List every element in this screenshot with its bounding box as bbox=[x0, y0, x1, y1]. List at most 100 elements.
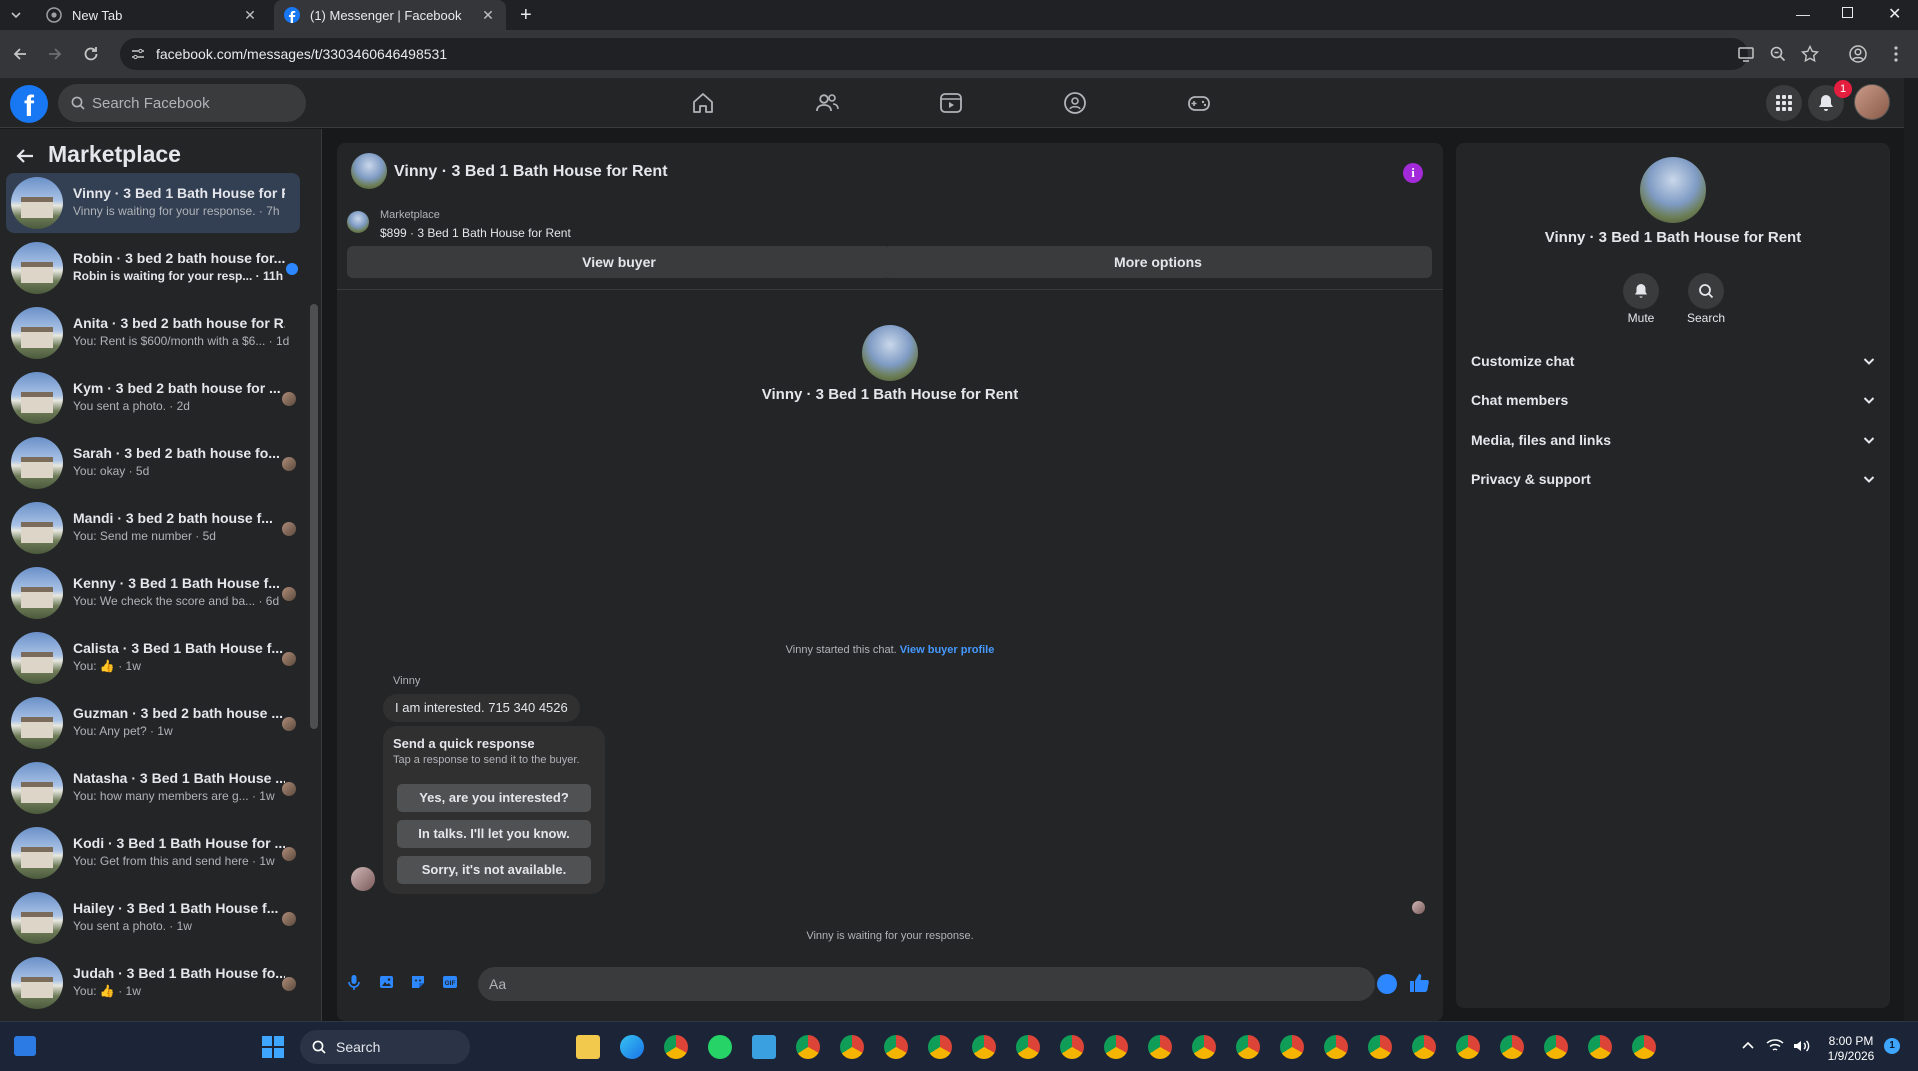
info-icon[interactable]: i bbox=[1403, 163, 1423, 183]
view-buyer-button[interactable]: View buyer bbox=[347, 246, 891, 278]
chrome-icon[interactable] bbox=[972, 1035, 996, 1059]
groups-icon[interactable] bbox=[1062, 90, 1088, 116]
conversation-item[interactable]: Mandi · 3 bed 2 bath house f... You: Sen… bbox=[6, 498, 300, 558]
notepad-icon[interactable] bbox=[752, 1035, 776, 1059]
edge-icon[interactable] bbox=[620, 1035, 644, 1059]
chat-members-section[interactable]: Chat members bbox=[1471, 384, 1877, 416]
close-icon[interactable]: ✕ bbox=[480, 7, 496, 24]
emoji-icon[interactable] bbox=[1377, 974, 1397, 994]
chat-title[interactable]: Vinny · 3 Bed 1 Bath House for Rent bbox=[394, 163, 668, 181]
conversation-item[interactable]: Sarah · 3 bed 2 bath house fo... You: ok… bbox=[6, 433, 300, 493]
page-scrollbar[interactable] bbox=[1904, 78, 1918, 1021]
privacy-support-section[interactable]: Privacy & support bbox=[1471, 463, 1877, 495]
taskbar-clock[interactable]: 8:00 PM 1/9/2026 bbox=[1816, 1034, 1886, 1064]
widgets-icon[interactable] bbox=[14, 1036, 36, 1056]
mute-button[interactable] bbox=[1623, 273, 1659, 309]
chrome-icon[interactable] bbox=[1412, 1035, 1436, 1059]
chrome-icon[interactable] bbox=[1016, 1035, 1040, 1059]
site-info-icon[interactable] bbox=[130, 46, 146, 62]
reload-icon[interactable] bbox=[81, 44, 101, 64]
quick-response-button[interactable]: Sorry, it's not available. bbox=[397, 856, 591, 884]
address-bar[interactable]: facebook.com/messages/t/3303460646498531 bbox=[120, 38, 1748, 70]
gif-icon[interactable]: GIF bbox=[441, 973, 459, 991]
gaming-icon[interactable] bbox=[1186, 90, 1212, 116]
quick-response-button[interactable]: In talks. I'll let you know. bbox=[397, 820, 591, 848]
listing-summary[interactable]: $899 · 3 Bed 1 Bath House for Rent bbox=[380, 226, 571, 240]
sticker-icon[interactable] bbox=[409, 973, 427, 991]
whatsapp-icon[interactable] bbox=[708, 1035, 732, 1059]
chrome-icon[interactable] bbox=[1588, 1035, 1612, 1059]
home-icon[interactable] bbox=[690, 90, 716, 116]
conversation-item[interactable]: Anita · 3 bed 2 bath house for R... You:… bbox=[6, 303, 300, 363]
windows-start-icon[interactable] bbox=[262, 1036, 284, 1058]
close-icon[interactable]: ✕ bbox=[242, 7, 258, 24]
media-files-links-section[interactable]: Media, files and links bbox=[1471, 424, 1877, 456]
video-icon[interactable] bbox=[938, 90, 964, 116]
minimize-icon[interactable]: — bbox=[1796, 6, 1810, 22]
profile-icon[interactable] bbox=[1848, 44, 1868, 64]
chrome-icon[interactable] bbox=[1236, 1035, 1260, 1059]
customize-chat-section[interactable]: Customize chat bbox=[1471, 345, 1877, 377]
message-input[interactable]: Aa bbox=[478, 967, 1375, 1001]
thumbs-up-icon[interactable] bbox=[1407, 971, 1431, 995]
quick-response-button[interactable]: Yes, are you interested? bbox=[397, 784, 591, 812]
chrome-icon[interactable] bbox=[1060, 1035, 1084, 1059]
photo-icon[interactable] bbox=[377, 973, 395, 991]
tab-search-icon[interactable] bbox=[8, 7, 24, 23]
chrome-icon[interactable] bbox=[1104, 1035, 1128, 1059]
tray-chevron-up-icon[interactable] bbox=[1740, 1038, 1756, 1054]
conversation-item[interactable]: Hailey · 3 Bed 1 Bath House f... You sen… bbox=[6, 888, 300, 948]
more-options-button[interactable]: More options bbox=[884, 246, 1432, 278]
chrome-icon[interactable] bbox=[1544, 1035, 1568, 1059]
notification-center-badge[interactable]: 1 bbox=[1884, 1038, 1900, 1054]
chrome-icon[interactable] bbox=[840, 1035, 864, 1059]
chrome-icon[interactable] bbox=[928, 1035, 952, 1059]
chat-avatar[interactable] bbox=[351, 153, 387, 189]
conversation-item[interactable]: Kym · 3 bed 2 bath house for ... You sen… bbox=[6, 368, 300, 428]
chrome-icon[interactable] bbox=[1368, 1035, 1392, 1059]
tab-messenger[interactable]: (1) Messenger | Facebook ✕ bbox=[274, 0, 506, 30]
chrome-icon[interactable] bbox=[796, 1035, 820, 1059]
conversation-item[interactable]: Judah · 3 Bed 1 Bath House fo... You: 👍 … bbox=[6, 953, 300, 1013]
kebab-menu-icon[interactable] bbox=[1886, 44, 1906, 64]
profile-avatar[interactable] bbox=[1854, 84, 1890, 120]
back-arrow-icon[interactable] bbox=[10, 44, 30, 64]
bookmark-star-icon[interactable] bbox=[1800, 44, 1820, 64]
chrome-icon[interactable] bbox=[1456, 1035, 1480, 1059]
chrome-icon[interactable] bbox=[1280, 1035, 1304, 1059]
new-tab-icon[interactable]: + bbox=[520, 4, 532, 27]
view-buyer-profile-link[interactable]: View buyer profile bbox=[900, 644, 995, 656]
menu-grid-button[interactable] bbox=[1766, 85, 1802, 121]
chrome-icon[interactable] bbox=[1500, 1035, 1524, 1059]
facebook-logo-icon[interactable]: f bbox=[10, 85, 48, 123]
restore-icon[interactable] bbox=[1842, 7, 1853, 18]
zoom-icon[interactable] bbox=[1768, 44, 1788, 64]
search-button[interactable] bbox=[1688, 273, 1724, 309]
chrome-icon[interactable] bbox=[1148, 1035, 1172, 1059]
conversation-item[interactable]: Guzman · 3 bed 2 bath house ... You: Any… bbox=[6, 693, 300, 753]
window-close-icon[interactable]: ✕ bbox=[1888, 4, 1901, 24]
conversation-item[interactable]: Kenny · 3 Bed 1 Bath House f... You: We … bbox=[6, 563, 300, 623]
conversation-item[interactable]: Kodi · 3 Bed 1 Bath House for ... You: G… bbox=[6, 823, 300, 883]
conversation-item[interactable]: Vinny · 3 Bed 1 Bath House for R... Vinn… bbox=[6, 173, 300, 233]
chrome-icon[interactable] bbox=[1192, 1035, 1216, 1059]
facebook-search-input[interactable]: Search Facebook bbox=[58, 84, 306, 122]
conversation-item[interactable]: Natasha · 3 Bed 1 Bath House ... You: ho… bbox=[6, 758, 300, 818]
conversation-item[interactable]: Robin · 3 bed 2 bath house for... Robin … bbox=[6, 238, 300, 298]
forward-arrow-icon[interactable] bbox=[45, 44, 65, 64]
taskbar-search[interactable]: Search bbox=[300, 1030, 470, 1064]
conversation-item[interactable]: Calista · 3 Bed 1 Bath House f... You: 👍… bbox=[6, 628, 300, 688]
back-arrow-icon[interactable] bbox=[14, 145, 36, 167]
chrome-icon[interactable] bbox=[1632, 1035, 1656, 1059]
microphone-icon[interactable] bbox=[345, 973, 363, 991]
chrome-icon[interactable] bbox=[884, 1035, 908, 1059]
file-explorer-icon[interactable] bbox=[576, 1035, 600, 1059]
volume-icon[interactable] bbox=[1792, 1038, 1810, 1054]
wifi-icon[interactable] bbox=[1766, 1038, 1784, 1054]
chrome-icon[interactable] bbox=[1324, 1035, 1348, 1059]
sidebar-scrollbar[interactable] bbox=[310, 304, 318, 729]
friends-icon[interactable] bbox=[814, 90, 840, 116]
cast-icon[interactable] bbox=[1736, 44, 1756, 64]
chrome-icon[interactable] bbox=[664, 1035, 688, 1059]
tab-new-tab[interactable]: New Tab ✕ bbox=[36, 0, 268, 30]
